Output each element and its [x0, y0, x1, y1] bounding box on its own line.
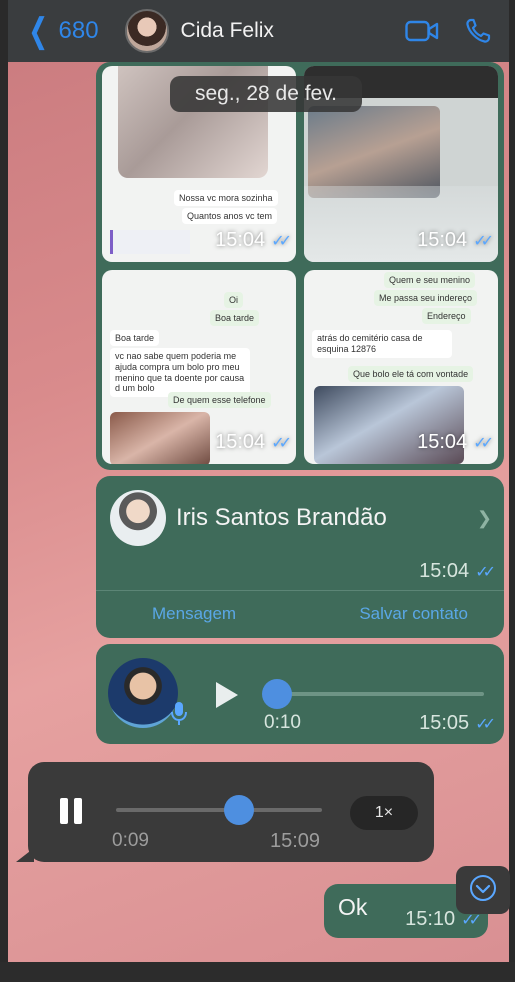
voice-message-incoming: 0:09 15:09 1×	[16, 762, 434, 862]
phone-icon[interactable]	[465, 18, 491, 44]
save-contact-button[interactable]: Salvar contato	[359, 604, 468, 624]
read-ticks-icon: ✓✓	[473, 232, 494, 250]
voice-message-outgoing: 0:10 15:05 ✓✓	[96, 644, 504, 744]
chat-snippet: Boa tarde	[210, 310, 260, 326]
chevron-left-icon: ❮	[28, 12, 49, 50]
message-time: 15:05 ✓✓	[419, 712, 496, 734]
photo-thumbnail	[110, 412, 210, 464]
chat-snippet: Quantos anos vc tem	[182, 208, 278, 224]
shared-contact-avatar	[110, 490, 166, 546]
contact-avatar[interactable]	[124, 9, 169, 53]
read-ticks-icon: ✓✓	[475, 715, 496, 733]
screen-frame-right	[509, 0, 515, 982]
chevron-down-circle-icon	[469, 874, 497, 907]
message-text: Ok	[338, 894, 368, 920]
chat-snippet: Que bolo ele tá com vontade	[348, 366, 474, 382]
shared-contact-name[interactable]: Iris Santos Brandão	[176, 504, 387, 532]
read-ticks-icon: ✓✓	[475, 563, 496, 581]
chevron-right-icon[interactable]: ❯	[477, 508, 492, 529]
screen-frame-left	[0, 0, 8, 982]
chat-snippet: vc nao sabe quem poderia me ajuda compra…	[110, 348, 250, 398]
sender-avatar	[108, 658, 178, 728]
message-time: 15:04 ✓✓	[215, 229, 292, 251]
input-bar-edge	[0, 962, 515, 982]
image-tile[interactable]: Quem e seu menino Me passa seu indereço …	[304, 270, 498, 464]
message-time: 15:04 ✓✓	[417, 431, 494, 453]
chat-snippet: Me passa seu indereço	[374, 290, 478, 306]
chat-snippet: atrás do cemitério casa de esquina 12876	[312, 330, 452, 358]
message-time: 15:04 ✓✓	[215, 431, 292, 453]
contact-card-bubble[interactable]: Iris Santos Brandão ❯ 15:04 ✓✓ Mensagem …	[96, 476, 504, 638]
pause-icon[interactable]	[60, 798, 82, 824]
video-camera-icon[interactable]	[405, 20, 439, 42]
audio-duration: 0:09	[112, 830, 149, 851]
scroll-to-bottom-button[interactable]	[456, 866, 510, 914]
image-tile[interactable]: Oi Boa tarde Boa tarde vc nao sabe quem …	[102, 270, 296, 464]
audio-progress-track[interactable]	[272, 692, 484, 696]
back-count: 680	[58, 17, 99, 44]
date-separator: seg., 28 de fev.	[170, 76, 362, 112]
message-time: 15:04 ✓✓	[419, 560, 496, 582]
play-icon[interactable]	[214, 680, 240, 715]
microphone-icon	[170, 700, 188, 731]
chat-snippet: Oi	[224, 292, 243, 308]
audio-scrubber[interactable]	[262, 679, 292, 709]
reply-quote	[110, 230, 190, 254]
audio-scrubber[interactable]	[224, 795, 254, 825]
chat-snippet: De quem esse telefone	[168, 392, 271, 408]
contact-name[interactable]: Cida Felix	[181, 19, 274, 43]
audio-duration: 0:10	[264, 712, 301, 733]
chat-snippet: Quem e seu menino	[384, 272, 476, 288]
chat-snippet: Endereço	[422, 308, 471, 324]
read-ticks-icon: ✓✓	[271, 232, 292, 250]
back-button[interactable]: ❮ 680	[24, 12, 99, 50]
message-time: 15:09	[270, 830, 321, 852]
image-album-bubble[interactable]: Nossa vc mora sozinha Quantos anos vc te…	[96, 62, 504, 470]
message-contact-button[interactable]: Mensagem	[152, 604, 236, 624]
chat-header: ❮ 680 Cida Felix	[8, 0, 509, 62]
message-time: 15:04 ✓✓	[417, 229, 494, 251]
read-ticks-icon: ✓✓	[473, 434, 494, 452]
audio-progress-track[interactable]	[116, 808, 322, 812]
chat-snippet: Boa tarde	[110, 330, 160, 346]
read-ticks-icon: ✓✓	[271, 434, 292, 452]
photo-thumbnail	[308, 106, 440, 198]
playback-speed-button[interactable]: 1×	[350, 796, 418, 830]
chat-snippet: Nossa vc mora sozinha	[174, 190, 278, 206]
divider	[96, 590, 504, 591]
